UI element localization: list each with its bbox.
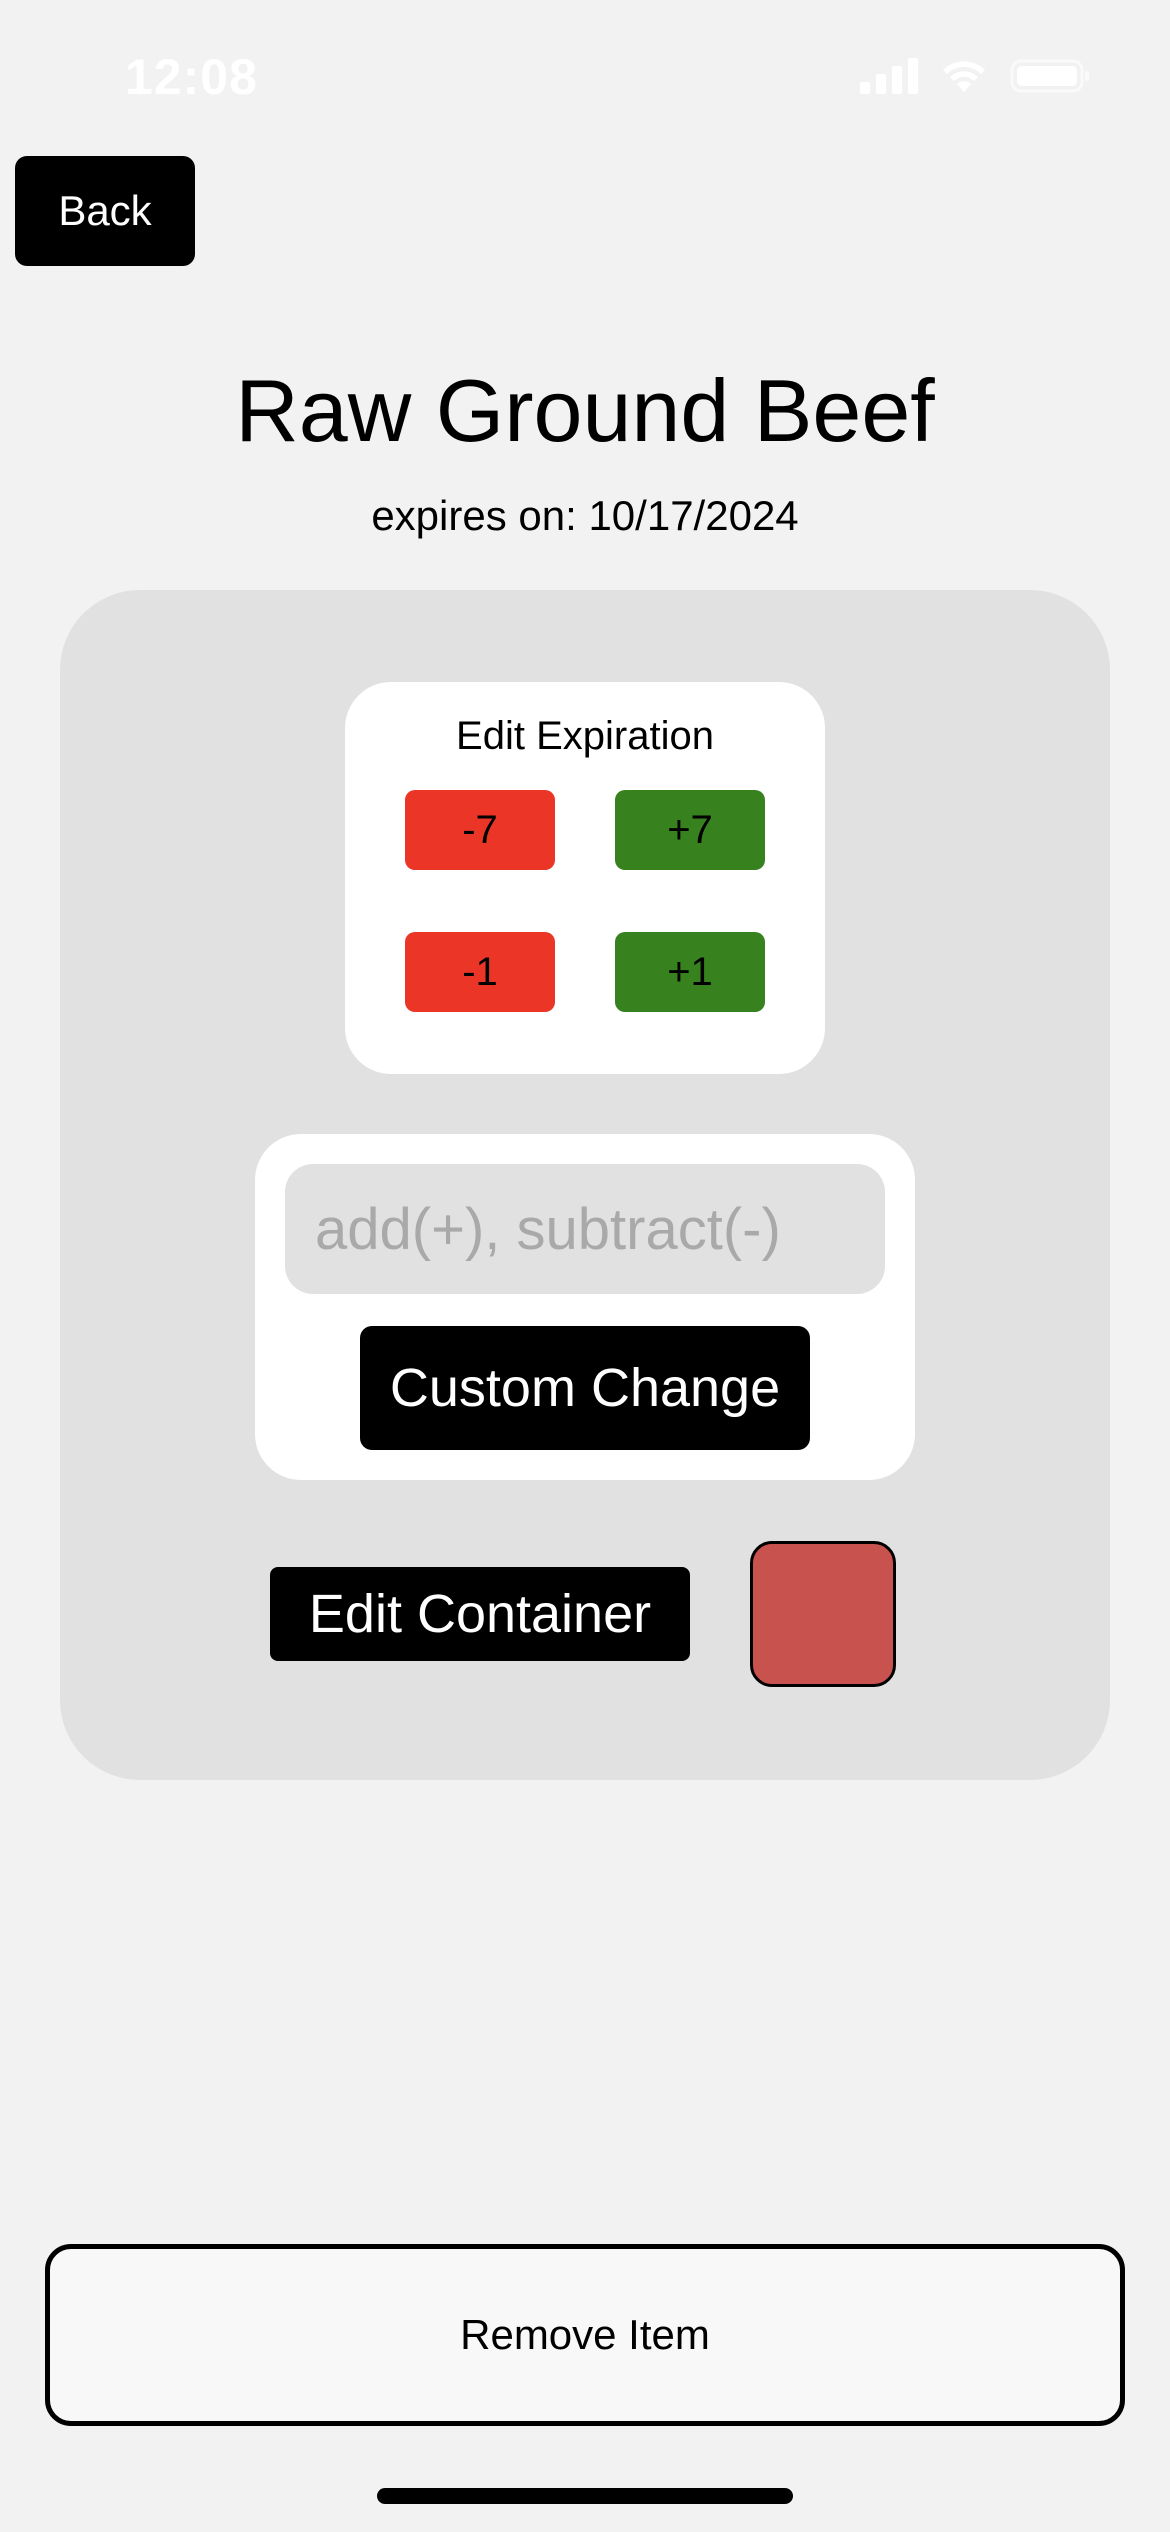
- custom-change-input[interactable]: [285, 1164, 885, 1294]
- expiration-line: expires on: 10/17/2024: [0, 492, 1170, 540]
- home-indicator: [377, 2488, 793, 2504]
- battery-icon: [1010, 58, 1090, 94]
- back-button[interactable]: Back: [15, 156, 195, 266]
- edit-container-button[interactable]: Edit Container: [270, 1567, 690, 1661]
- custom-change-button[interactable]: Custom Change: [360, 1326, 810, 1450]
- item-title: Raw Ground Beef: [235, 361, 935, 460]
- edit-expiration-title: Edit Expiration: [456, 714, 714, 758]
- plus-7-button[interactable]: +7: [615, 790, 765, 870]
- custom-change-card: Custom Change: [255, 1134, 915, 1480]
- status-icons: [860, 58, 1090, 94]
- expires-date: 10/17/2024: [588, 492, 799, 539]
- remove-item-button[interactable]: Remove Item: [45, 2244, 1125, 2426]
- container-color-swatch[interactable]: [750, 1541, 896, 1687]
- expires-label: expires on:: [371, 492, 577, 539]
- edit-expiration-card: Edit Expiration -7 +7 -1 +1: [345, 682, 825, 1074]
- plus-1-button[interactable]: +1: [615, 932, 765, 1012]
- cellular-signal-icon: [860, 58, 918, 94]
- wifi-icon: [940, 58, 988, 94]
- minus-1-button[interactable]: -1: [405, 932, 555, 1012]
- minus-7-button[interactable]: -7: [405, 790, 555, 870]
- status-time: 12:08: [125, 49, 258, 105]
